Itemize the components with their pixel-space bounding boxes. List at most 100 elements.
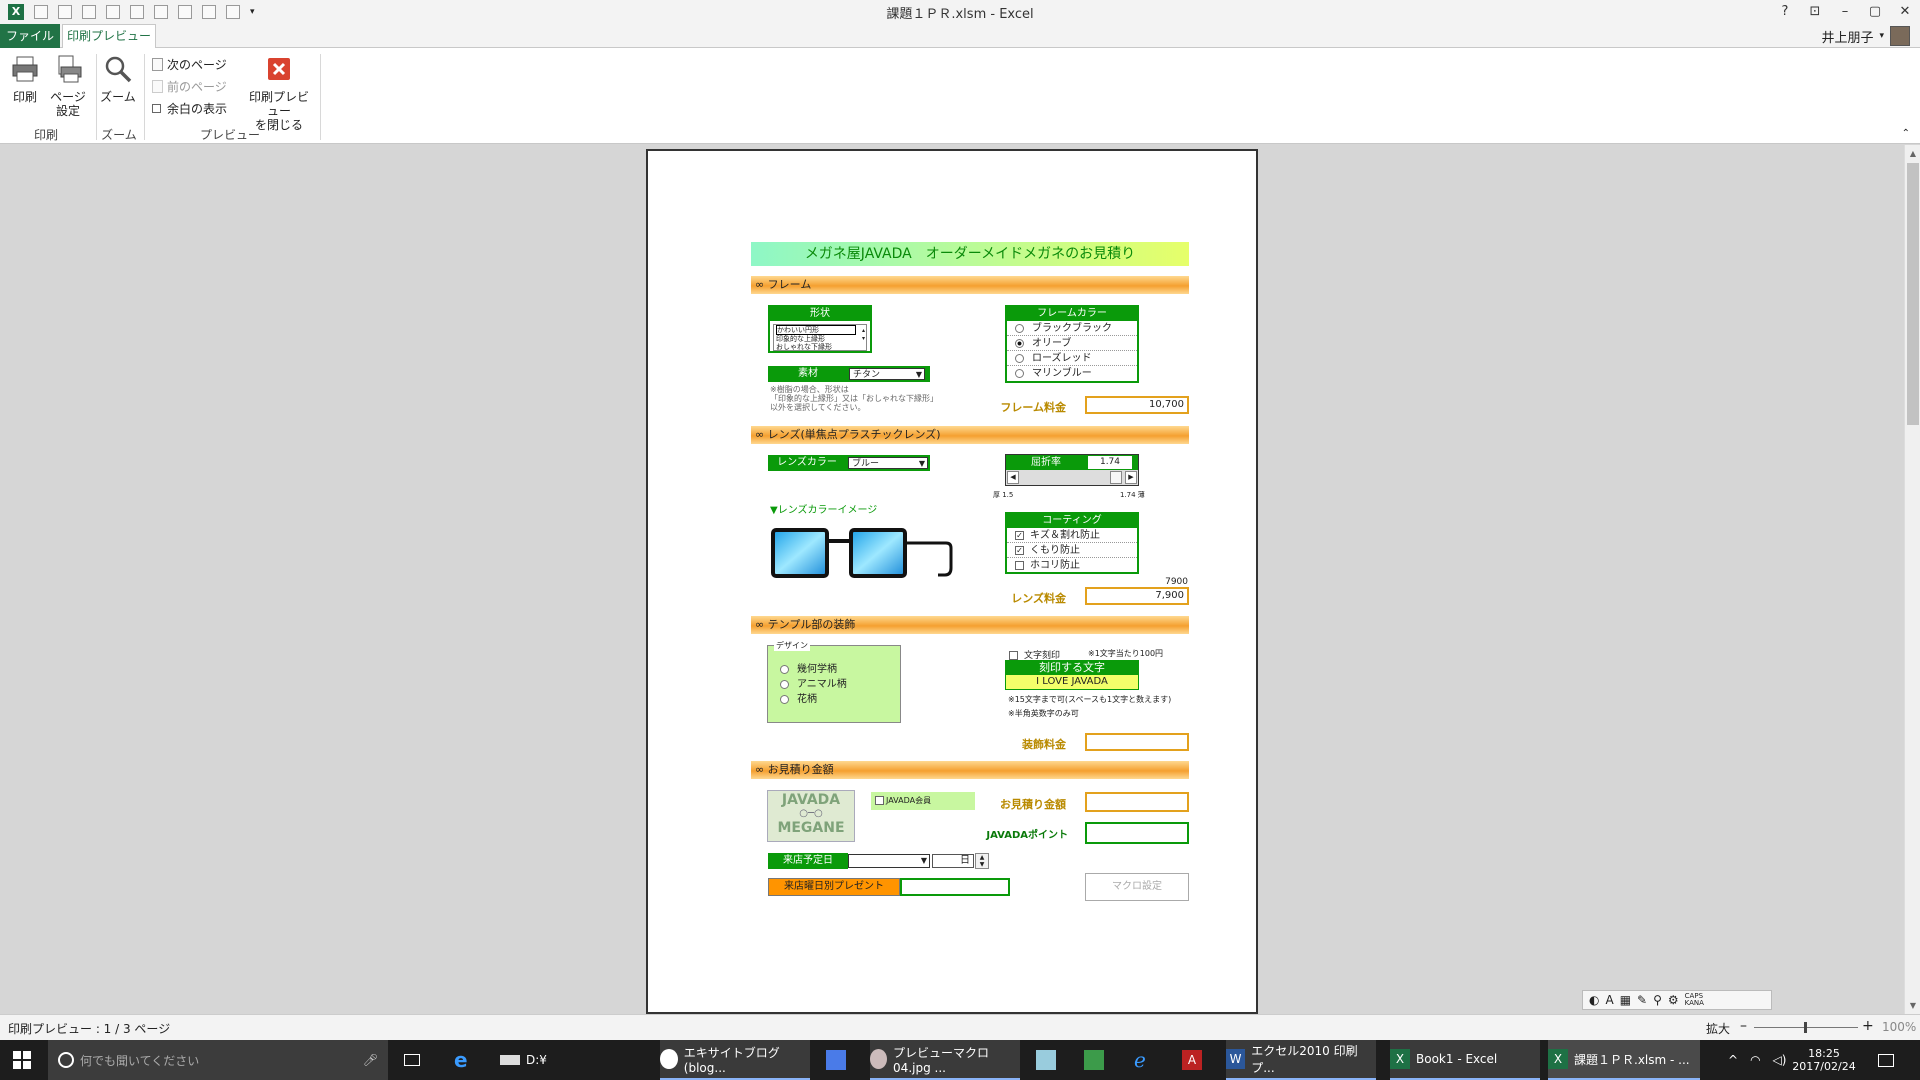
slider-left-arrow-icon[interactable]: ◀ <box>1007 471 1019 484</box>
clock[interactable]: 18:25 2017/02/24 <box>1792 1040 1855 1080</box>
frame-color-option[interactable]: ブラックブラック <box>1007 321 1137 336</box>
coating-header: コーティング <box>1007 514 1137 528</box>
macro-settings-button[interactable]: マクロ設定 <box>1085 873 1189 901</box>
ime-input-icon[interactable]: A <box>1605 993 1613 1007</box>
customize-qat-icon[interactable]: ▾ <box>250 7 255 17</box>
taskbar-item-chrome[interactable]: エキサイトブログ (blog... <box>660 1040 810 1080</box>
next-page-button[interactable]: 次のページ <box>152 56 227 73</box>
print-preview-icon[interactable] <box>154 5 168 19</box>
zoom-slider[interactable] <box>1754 1022 1858 1033</box>
action-center-button[interactable] <box>1878 1040 1894 1080</box>
ime-search-icon[interactable]: ⚲ <box>1653 993 1662 1007</box>
tab-print-preview[interactable]: 印刷プレビュー <box>62 24 156 49</box>
zoom-percent[interactable]: 100% <box>1882 1020 1916 1034</box>
open-icon[interactable] <box>202 5 216 19</box>
taskbar-item-drive[interactable]: D:¥ <box>500 1040 646 1080</box>
close-button[interactable]: ✕ <box>1890 0 1920 24</box>
zoom-out-icon[interactable]: – <box>1740 1018 1747 1034</box>
list-item[interactable]: かわいい円形 <box>776 325 856 335</box>
taskbar-maps[interactable] <box>1084 1040 1104 1080</box>
microphone-icon[interactable]: 🎤︎ <box>363 1053 378 1067</box>
zoom-in-icon[interactable]: + <box>1862 1018 1874 1034</box>
excel-icon: X <box>1390 1049 1410 1069</box>
start-button[interactable] <box>12 1040 32 1080</box>
list-scroll-icon[interactable]: ▴ ▾ <box>862 327 865 343</box>
slider-right-arrow-icon[interactable]: ▶ <box>1125 471 1137 484</box>
search-icon[interactable] <box>226 5 240 19</box>
redo-icon[interactable] <box>82 5 96 19</box>
taskbar-item-kadai[interactable]: X 課題１ＰＲ.xlsm - ... <box>1548 1040 1700 1080</box>
member-checkbox[interactable]: JAVADA会員 <box>871 792 975 810</box>
design-option[interactable]: 幾何学柄 <box>780 662 847 677</box>
radio-icon <box>780 664 789 674</box>
list-item[interactable]: おしゃれな下縁形 <box>776 343 866 351</box>
coating-option[interactable]: ✓ キズ＆割れ防止 <box>1007 528 1137 543</box>
taskbar-item-word[interactable]: W エクセル2010 印刷プ... <box>1226 1040 1376 1080</box>
ime-dictionary-icon[interactable]: ✎ <box>1637 993 1647 1007</box>
material-row: 素材 チタン ▼ <box>768 366 930 382</box>
design-option[interactable]: 花柄 <box>780 692 847 707</box>
taskbar: 何でも聞いてください 🎤︎ e D:¥ エキサイトブログ (blog... プレ… <box>0 1040 1920 1080</box>
visit-day-field[interactable]: 日 <box>932 854 974 868</box>
user-account[interactable]: 井上朋子 ▾ <box>1821 26 1910 46</box>
day-spinner[interactable]: ▲ ▼ <box>975 853 989 869</box>
chevron-down-icon: ▼ <box>915 370 922 379</box>
scroll-thumb[interactable] <box>1907 163 1919 425</box>
lens-color-dropdown[interactable]: ブルー ▼ <box>848 457 928 469</box>
radio-icon <box>780 694 789 704</box>
taskbar-ie[interactable]: ℯ <box>1134 1040 1146 1080</box>
taskbar-notepad[interactable] <box>1036 1040 1056 1080</box>
design-option[interactable]: アニマル柄 <box>780 677 847 692</box>
scroll-down-icon[interactable]: ▼ <box>1905 1001 1920 1010</box>
edge-icon: e <box>454 1048 468 1072</box>
list-item[interactable]: 印象的な上縁形 <box>776 335 866 343</box>
wifi-icon[interactable]: ◠ <box>1750 1053 1760 1067</box>
taskbar-item-book1[interactable]: X Book1 - Excel <box>1390 1040 1540 1080</box>
volume-icon[interactable]: ◁) <box>1773 1053 1787 1067</box>
new-file-icon[interactable] <box>34 5 48 19</box>
shape-listbox[interactable]: かわいい円形 印象的な上縁形 おしゃれな下縁形 ▴ ▾ <box>773 324 867 351</box>
coating-option[interactable]: ホコリ防止 <box>1007 558 1137 573</box>
taskbar-item-paint[interactable]: プレビューマクロ04.jpg ... <box>870 1040 1020 1080</box>
zoom-slider-thumb[interactable] <box>1804 1022 1807 1033</box>
material-dropdown[interactable]: チタン ▼ <box>849 368 925 380</box>
minimize-button[interactable]: – <box>1830 0 1860 24</box>
avatar[interactable] <box>1890 26 1910 46</box>
cortana-search[interactable]: 何でも聞いてください 🎤︎ <box>48 1040 388 1080</box>
zoom-button[interactable]: ズーム <box>98 54 138 104</box>
task-view-button[interactable] <box>404 1040 420 1080</box>
taskbar-edge[interactable]: e <box>454 1040 468 1080</box>
slider-thumb[interactable] <box>1110 471 1122 484</box>
scroll-up-icon[interactable]: ▲ <box>1905 149 1920 158</box>
visit-month-dropdown[interactable]: ▼ <box>848 854 930 868</box>
ime-pad-icon[interactable]: ▦ <box>1620 993 1631 1007</box>
taskbar-google-translate[interactable] <box>826 1040 846 1080</box>
points-label: JAVADAポイント <box>986 830 1068 841</box>
frame-color-option[interactable]: ローズレッド <box>1007 351 1137 366</box>
ribbon-display-button[interactable]: ⊡ <box>1800 0 1830 24</box>
maximize-button[interactable]: ▢ <box>1860 0 1890 24</box>
ime-mode-icon[interactable]: ◐ <box>1589 993 1599 1007</box>
taskbar-access[interactable]: A <box>1182 1040 1202 1080</box>
frame-color-option[interactable]: オリーブ <box>1007 336 1137 351</box>
save-icon[interactable] <box>58 5 72 19</box>
redo-icon[interactable] <box>130 5 144 19</box>
close-preview-button[interactable]: 印刷プレビュー を閉じる <box>244 54 314 132</box>
undo-icon[interactable] <box>106 5 120 19</box>
chevron-up-icon[interactable]: ^ <box>1728 1053 1738 1067</box>
maps-icon <box>1084 1050 1104 1070</box>
show-margins-checkbox[interactable]: 余白の表示 <box>152 100 227 117</box>
engrave-text-input[interactable]: I LOVE JAVADA <box>1006 675 1138 689</box>
refraction-slider[interactable]: ◀ ▶ <box>1006 470 1138 485</box>
frame-color-option[interactable]: マリンブルー <box>1007 366 1137 381</box>
tab-file[interactable]: ファイル <box>0 24 60 48</box>
ime-tools-icon[interactable]: ⚙ <box>1668 993 1679 1007</box>
prev-page-button[interactable]: 前のページ <box>152 78 227 95</box>
coating-option[interactable]: ✓ くもり防止 <box>1007 543 1137 558</box>
page-setup-button[interactable]: ページ 設定 <box>48 54 88 118</box>
vertical-scrollbar[interactable]: ▲ ▼ <box>1904 145 1920 1014</box>
collapse-ribbon-icon[interactable]: ⌃ <box>1902 128 1910 139</box>
print-button[interactable]: 印刷 <box>8 54 42 104</box>
quick-print-icon[interactable] <box>178 5 192 19</box>
help-button[interactable]: ? <box>1770 0 1800 24</box>
